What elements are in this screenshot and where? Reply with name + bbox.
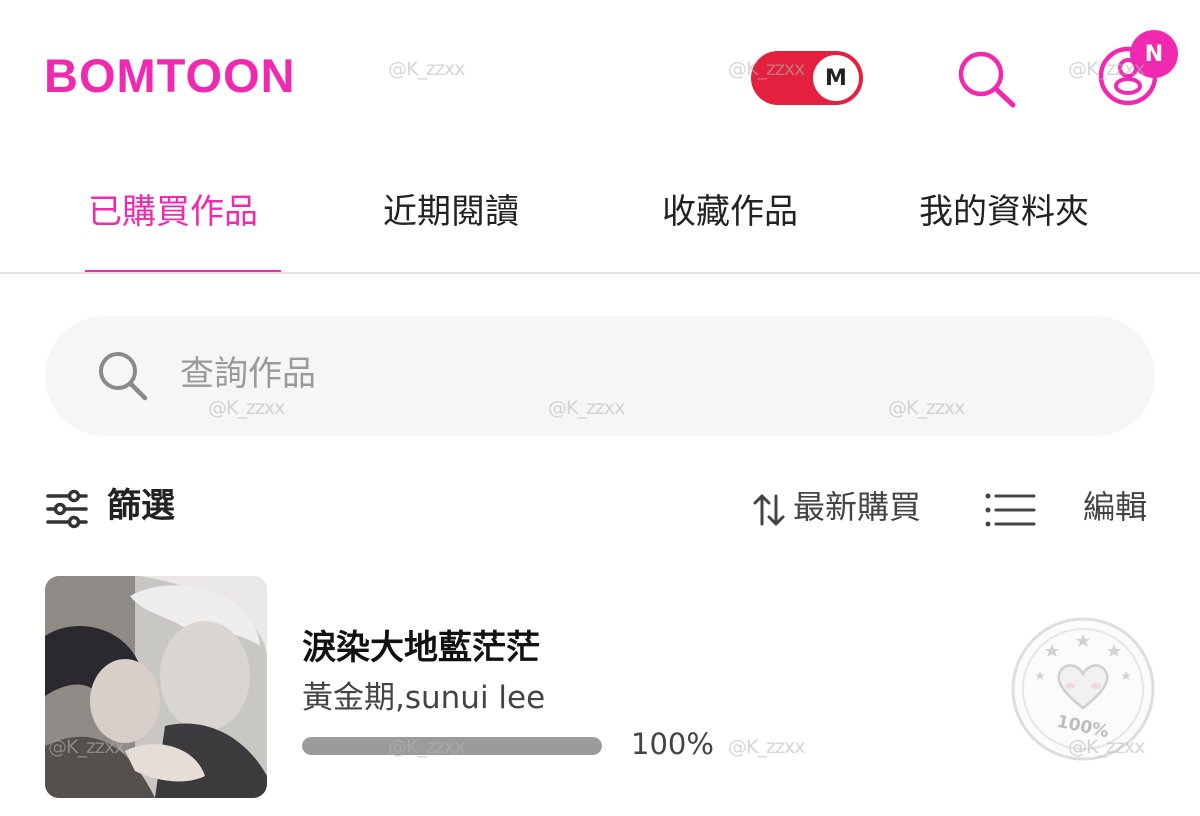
item-author: 黃金期,sunui lee: [302, 680, 546, 716]
watermark: @K_zzxx: [208, 397, 285, 419]
tab-my-folder[interactable]: 我的資料夾: [919, 192, 1089, 233]
watermark: @K_zzxx: [888, 397, 965, 419]
search-placeholder: 查詢作品: [180, 354, 316, 394]
filter-icon[interactable]: [46, 488, 88, 530]
tab-purchased[interactable]: 已購買作品: [88, 192, 258, 233]
tab-favorites[interactable]: 收藏作品: [662, 192, 798, 233]
watermark: @K_zzxx: [548, 397, 625, 419]
reading-progress-text: 100%: [631, 727, 714, 761]
search-icon[interactable]: [955, 48, 1019, 110]
list-item[interactable]: 淚染大地藍茫茫 黃金期,sunui lee 100% 100%: [0, 576, 1200, 802]
filter-button[interactable]: 篩選: [107, 486, 175, 527]
watermark: @K_zzxx: [388, 58, 465, 80]
cover-thumbnail[interactable]: [45, 576, 267, 798]
watermark: @K_zzxx: [728, 736, 805, 758]
list-toolbar: 篩選 最新購買 編輯: [0, 470, 1200, 550]
app-header: BOMTOON M N: [0, 0, 1200, 150]
item-title[interactable]: 淚染大地藍茫茫: [302, 628, 540, 669]
sort-icon[interactable]: [752, 492, 786, 528]
watermark: @K_zzxx: [1068, 736, 1145, 758]
bomtoon-logo[interactable]: BOMTOON: [44, 52, 296, 99]
edit-button[interactable]: 編輯: [1083, 488, 1147, 526]
sort-button[interactable]: 最新購買: [793, 488, 921, 526]
list-view-icon[interactable]: [984, 490, 1036, 530]
watermark: @K_zzxx: [1068, 58, 1145, 80]
library-tabs: 已購買作品 近期閱讀 收藏作品 我的資料夾: [0, 150, 1200, 274]
watermark: @K_zzxx: [388, 736, 465, 758]
watermark: @K_zzxx: [728, 58, 805, 80]
tab-recent[interactable]: 近期閱讀: [383, 192, 519, 233]
tabs-divider: [0, 272, 1200, 274]
watermark: @K_zzxx: [48, 736, 125, 758]
search-icon: [95, 348, 151, 404]
mode-toggle-knob: M: [813, 55, 859, 101]
